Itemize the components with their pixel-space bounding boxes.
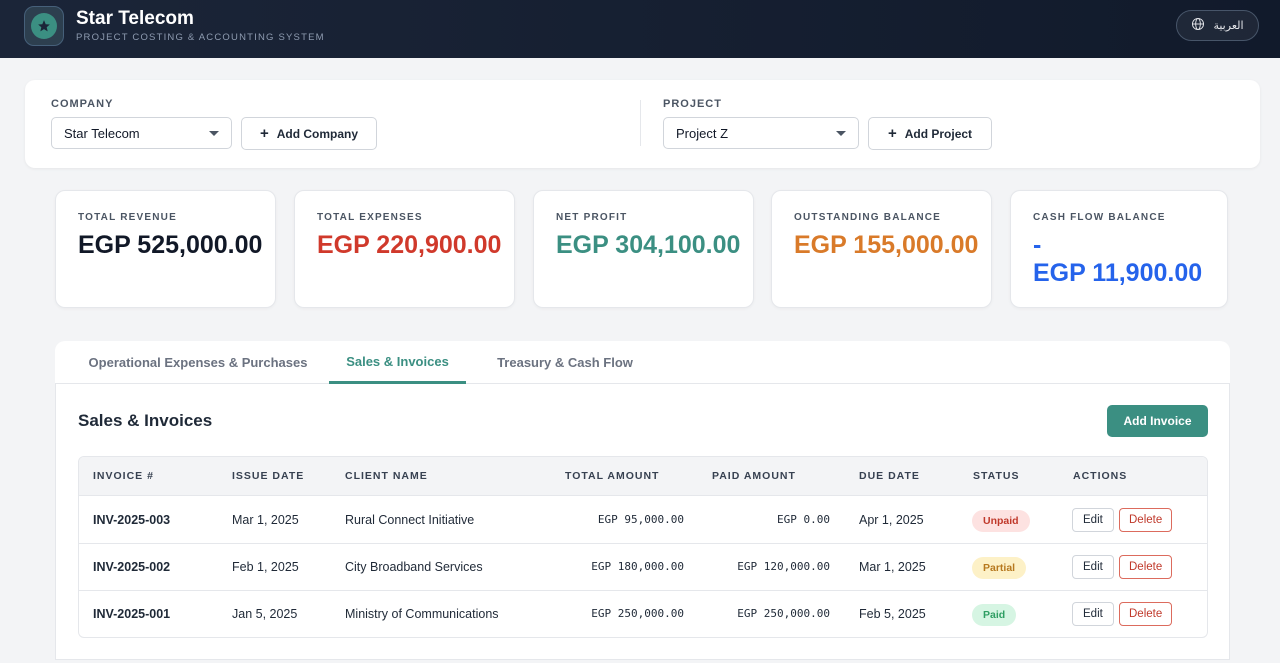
kpi-total-revenue: TOTAL REVENUE EGP 525,000.00 [55, 190, 276, 308]
kpi-value: EGP 11,900.00 [1033, 259, 1203, 287]
total-amount: EGP 95,000.00 [597, 513, 684, 526]
tab-sales-invoices[interactable]: Sales & Invoices [329, 341, 466, 384]
delete-button[interactable]: Delete [1119, 508, 1173, 532]
section-title: Sales & Invoices [78, 411, 213, 430]
total-amount: EGP 250,000.00 [591, 607, 684, 620]
client-name: City Broadband Services [345, 560, 483, 574]
column-header-total-amount: TOTAL AMOUNT [565, 470, 660, 482]
company-select[interactable]: Star Telecom [51, 117, 232, 149]
delete-button[interactable]: Delete [1119, 602, 1173, 626]
issue-date: Feb 1, 2025 [232, 560, 299, 574]
kpi-label: OUTSTANDING BALANCE [794, 212, 942, 223]
due-date: Feb 5, 2025 [859, 607, 926, 621]
kpi-value: EGP 220,900.00 [317, 231, 502, 259]
tab-treasury-cash-flow[interactable]: Treasury & Cash Flow [485, 341, 645, 384]
app-header: Star Telecom PROJECT COSTING & ACCOUNTIN… [0, 0, 1280, 58]
app-title: Star Telecom [76, 8, 194, 29]
status-badge: Unpaid [972, 510, 1030, 532]
globe-icon [1191, 17, 1205, 34]
kpi-cash-flow-balance: CASH FLOW BALANCE - EGP 11,900.00 [1010, 190, 1228, 308]
column-header-actions: ACTIONS [1073, 470, 1128, 482]
add-invoice-button[interactable]: Add Invoice [1107, 405, 1208, 437]
paid-amount: EGP 250,000.00 [737, 607, 830, 620]
project-select-value: Project Z [676, 125, 729, 141]
project-label: PROJECT [663, 98, 722, 110]
plus-icon: + [887, 125, 897, 142]
status-badge: Partial [972, 557, 1027, 579]
issue-date: Jan 5, 2025 [232, 607, 298, 621]
chevron-down-icon [836, 131, 846, 136]
app-logo [24, 6, 64, 46]
edit-button[interactable]: Edit [1072, 555, 1114, 579]
kpi-value: EGP 155,000.00 [794, 231, 979, 259]
kpi-label: NET PROFIT [556, 212, 628, 223]
column-header-due-date: DUE DATE [859, 470, 920, 482]
column-header-invoice: INVOICE # [93, 470, 154, 482]
paid-amount: EGP 0.00 [777, 513, 830, 526]
star-icon [31, 13, 57, 39]
table-row: INV-2025-001 Jan 5, 2025 Ministry of Com… [79, 591, 1207, 637]
tab-operational-expenses[interactable]: Operational Expenses & Purchases [73, 341, 323, 384]
divider [640, 100, 641, 146]
client-name: Rural Connect Initiative [345, 513, 475, 527]
tabs-bar: Operational Expenses & Purchases Sales &… [55, 341, 1230, 384]
kpi-label: TOTAL EXPENSES [317, 212, 423, 223]
sales-invoices-panel: Sales & Invoices Add Invoice INVOICE # I… [55, 384, 1230, 660]
delete-button[interactable]: Delete [1119, 555, 1173, 579]
due-date: Apr 1, 2025 [859, 513, 924, 527]
add-company-label: Add Company [276, 126, 359, 141]
kpi-label: TOTAL REVENUE [78, 212, 177, 223]
table-row: INV-2025-003 Mar 1, 2025 Rural Connect I… [79, 497, 1207, 544]
invoice-number: INV-2025-003 [93, 513, 171, 527]
total-amount: EGP 180,000.00 [591, 560, 684, 573]
issue-date: Mar 1, 2025 [232, 513, 299, 527]
due-date: Mar 1, 2025 [859, 560, 926, 574]
column-header-status: STATUS [973, 470, 1020, 482]
chevron-down-icon [209, 131, 219, 136]
invoice-number: INV-2025-001 [93, 607, 171, 621]
project-select[interactable]: Project Z [663, 117, 859, 149]
kpi-value-sign: - [1033, 231, 1042, 259]
company-label: COMPANY [51, 98, 114, 110]
kpi-value: EGP 304,100.00 [556, 231, 741, 259]
kpi-net-profit: NET PROFIT EGP 304,100.00 [533, 190, 754, 308]
column-header-issue-date: ISSUE DATE [232, 470, 305, 482]
table-header: INVOICE # ISSUE DATE CLIENT NAME TOTAL A… [79, 457, 1207, 496]
invoice-number: INV-2025-002 [93, 560, 171, 574]
add-project-label: Add Project [904, 126, 973, 141]
kpi-outstanding-balance: OUTSTANDING BALANCE EGP 155,000.00 [771, 190, 992, 308]
status-badge: Paid [972, 604, 1017, 626]
plus-icon: + [259, 125, 269, 142]
client-name: Ministry of Communications [345, 607, 499, 621]
add-project-button[interactable]: + Add Project [868, 117, 992, 150]
selector-panel: COMPANY Star Telecom + Add Company PROJE… [25, 80, 1260, 168]
invoices-table: INVOICE # ISSUE DATE CLIENT NAME TOTAL A… [78, 456, 1208, 638]
app-subtitle: PROJECT COSTING & ACCOUNTING SYSTEM [76, 32, 325, 43]
company-select-value: Star Telecom [64, 125, 140, 141]
language-toggle-button[interactable]: العربية [1176, 10, 1259, 41]
paid-amount: EGP 120,000.00 [737, 560, 830, 573]
column-header-client-name: CLIENT NAME [345, 470, 428, 482]
column-header-paid-amount: PAID AMOUNT [712, 470, 796, 482]
language-label: العربية [1213, 20, 1244, 32]
table-row: INV-2025-002 Feb 1, 2025 City Broadband … [79, 544, 1207, 591]
kpi-total-expenses: TOTAL EXPENSES EGP 220,900.00 [294, 190, 515, 308]
kpi-value: EGP 525,000.00 [78, 231, 263, 259]
edit-button[interactable]: Edit [1072, 602, 1114, 626]
add-company-button[interactable]: + Add Company [241, 117, 377, 150]
edit-button[interactable]: Edit [1072, 508, 1114, 532]
kpi-label: CASH FLOW BALANCE [1033, 212, 1166, 223]
